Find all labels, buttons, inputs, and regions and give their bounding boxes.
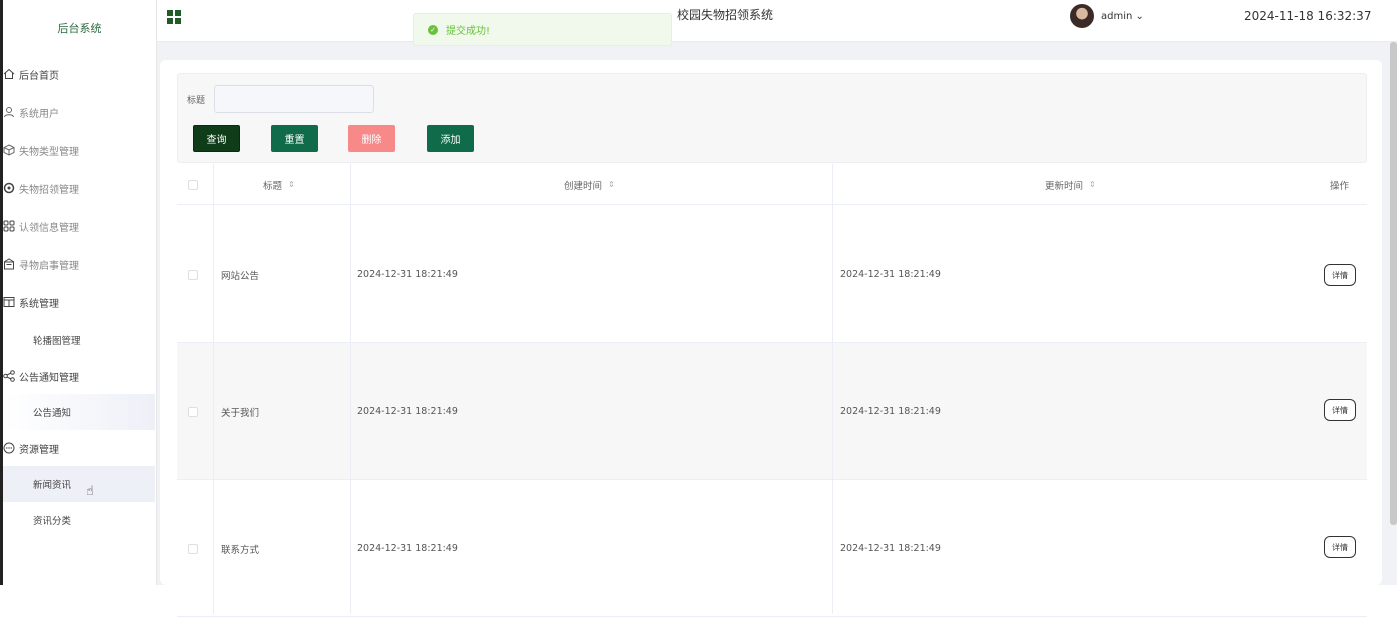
sidebar-item-carousel[interactable]: 轮播图管理 [3,322,155,358]
sidebar-item-system[interactable]: 系统管理 [3,284,155,320]
sidebar-item-label: 认领信息管理 [19,222,79,234]
sidebar-item-notice[interactable]: 公告通知 [3,394,155,430]
user-icon [3,106,15,118]
cube-icon [3,144,15,156]
sidebar-item-lost-type[interactable]: 失物类型管理 [3,132,155,168]
sidebar-item-news[interactable]: 新闻资讯 [3,466,155,502]
page-scrollbar[interactable] [1390,42,1397,525]
sidebar-item-label: 公告通知 [33,408,72,419]
sidebar-item-label: 后台首页 [19,70,59,82]
row-checkbox[interactable] [188,206,198,343]
detail-button[interactable]: 详情 [1324,536,1356,558]
sidebar-item-home[interactable]: 后台首页 [3,56,155,92]
reset-button[interactable]: 重置 [271,125,318,152]
sort-icon[interactable]: ⇕ [608,180,615,189]
detail-button[interactable]: 详情 [1324,399,1356,421]
sidebar-item-users[interactable]: 系统用户 [3,94,155,130]
clock: 2024-11-18 16:32:37 [1244,9,1372,23]
table-header: 标题 ⇕ 创建时间 ⇕ 更新时间 ⇕ 操作 [177,164,1367,205]
cell-title: 关于我们 [221,407,260,419]
table-row: 关于我们 2024-12-31 18:21:49 2024-12-31 18:2… [177,343,1367,480]
column-divider [213,164,214,614]
share-icon [3,370,15,382]
user-menu[interactable]: admin ⌄ [1101,11,1144,22]
sidebar-item-lost-found[interactable]: 失物招领管理 [3,170,155,206]
chat-icon [3,442,15,454]
cell-updated: 2024-12-31 18:21:49 [840,269,941,280]
cell-title: 联系方式 [221,544,260,556]
cell-updated: 2024-12-31 18:21:49 [840,543,941,554]
sidebar-item-search-notice[interactable]: 寻物启事管理 [3,246,155,282]
username-label: admin [1101,11,1133,22]
toast-message: 提交成功! [446,26,491,37]
gear-icon [3,182,15,194]
delete-button[interactable]: 删除 [348,125,395,152]
chevron-down-icon: ⌄ [1132,11,1144,22]
table-row: 联系方式 2024-12-31 18:21:49 2024-12-31 18:2… [177,480,1367,617]
sidebar-item-label: 失物招领管理 [19,184,79,196]
add-button[interactable]: 添加 [427,125,474,152]
cell-created: 2024-12-31 18:21:49 [357,543,458,554]
select-all-checkbox[interactable] [188,164,198,205]
sidebar-logo: 后台系统 [57,21,102,35]
column-header-action: 操作 [1330,180,1350,192]
query-button[interactable]: 查询 [193,125,240,152]
table-row: 网站公告 2024-12-31 18:21:49 2024-12-31 18:2… [177,206,1367,343]
sidebar-item-label: 资讯分类 [33,516,72,527]
sort-icon[interactable]: ⇕ [1089,180,1096,189]
sidebar-item-notice-mgmt[interactable]: 公告通知管理 [3,358,155,394]
column-header-created[interactable]: 创建时间 ⇕ [564,164,615,205]
sidebar-item-label: 寻物启事管理 [19,260,79,272]
header-label: 更新时间 [1045,180,1084,192]
column-divider [832,164,833,614]
sort-icon[interactable]: ⇕ [288,180,295,189]
column-header-updated[interactable]: 更新时间 ⇕ [1045,164,1096,205]
sidebar-item-label: 资源管理 [19,444,59,456]
sidebar-item-news-category[interactable]: 资讯分类 [3,502,155,538]
sidebar-item-resources[interactable]: 资源管理 [3,430,155,466]
sidebar-item-claim[interactable]: 认领信息管理 [3,208,155,244]
hand-cursor-icon: ☝ [86,484,94,499]
title-search-input[interactable] [214,85,374,113]
avatar[interactable] [1070,4,1094,28]
cell-created: 2024-12-31 18:21:49 [357,406,458,417]
detail-button[interactable]: 详情 [1324,264,1356,286]
home-icon [3,68,15,80]
cell-created: 2024-12-31 18:21:49 [357,269,458,280]
column-header-title[interactable]: 标题 ⇕ [263,164,295,205]
sidebar-item-label: 失物类型管理 [19,146,79,158]
header-label: 创建时间 [564,180,603,192]
window-icon [3,296,15,308]
menu-toggle-icon[interactable] [167,10,181,24]
sidebar-item-label: 系统用户 [19,108,59,120]
cell-title: 网站公告 [221,270,260,282]
sidebar-item-label: 轮播图管理 [33,336,81,347]
title-label: 标题 [187,96,206,106]
success-toast: ✓ 提交成功! [413,13,672,46]
sidebar-item-label: 公告通知管理 [19,372,79,384]
sidebar-item-label: 系统管理 [19,298,59,310]
check-circle-icon: ✓ [428,24,438,35]
column-divider [350,164,351,614]
building-icon [3,258,15,270]
sidebar-item-label: 新闻资讯 [33,480,72,491]
site-title: 校园失物招领系统 [677,8,774,22]
top-bar: 校园失物招领系统 admin ⌄ 2024-11-18 16:32:37 [157,0,1397,42]
cell-updated: 2024-12-31 18:21:49 [840,406,941,417]
row-checkbox[interactable] [188,343,198,480]
header-label: 标题 [263,180,283,192]
row-checkbox[interactable] [188,480,198,617]
grid-icon [3,220,15,232]
